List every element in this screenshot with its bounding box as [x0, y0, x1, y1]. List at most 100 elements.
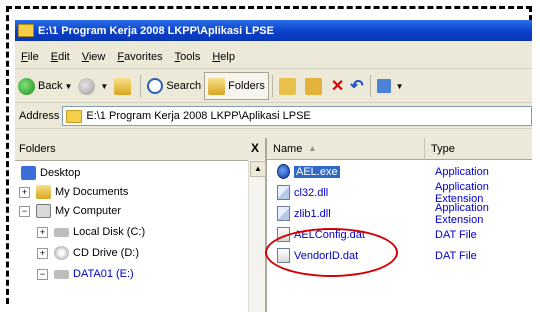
column-type-label: Type: [431, 142, 455, 155]
file-list-pane: Name ▲ Type AEL.exe Application cl32.dll…: [267, 138, 532, 312]
up-folder-icon: [114, 77, 132, 95]
back-arrow-icon: [18, 77, 35, 95]
window-title: E:\1 Program Kerja 2008 LKPP\Aplikasi LP…: [38, 24, 274, 37]
folder-icon: [36, 185, 51, 199]
menu-view[interactable]: View: [76, 51, 112, 63]
chevron-down-icon[interactable]: ▼: [100, 82, 108, 91]
search-icon: [147, 78, 164, 94]
dll-icon: [277, 206, 290, 221]
column-header-type[interactable]: Type: [425, 138, 532, 160]
delete-button[interactable]: ✕: [328, 73, 347, 99]
tree-item-desktop[interactable]: Desktop: [21, 164, 80, 182]
move-to-icon: [278, 77, 296, 95]
file-type: DAT File: [435, 249, 477, 262]
folders-label: Folders: [228, 80, 265, 92]
address-field[interactable]: E:\1 Program Kerja 2008 LKPP\Aplikasi LP…: [62, 106, 532, 126]
toolbar-separator: [140, 75, 142, 97]
drive-icon: [54, 269, 69, 279]
menu-edit[interactable]: Edit: [45, 51, 76, 63]
delete-icon: ✕: [330, 78, 345, 95]
folders-header: Folders X: [15, 138, 265, 161]
tree-label: Desktop: [40, 167, 81, 179]
sort-ascending-icon: ▲: [308, 144, 317, 153]
undo-button[interactable]: ↶: [347, 73, 366, 99]
column-name-label: Name: [273, 142, 303, 155]
menu-bar: File Edit View Favorites Tools Help: [15, 46, 532, 69]
views-icon: [376, 79, 391, 93]
chevron-down-icon[interactable]: ▼: [64, 82, 72, 91]
file-type: Application Extension: [435, 201, 489, 226]
desktop-icon: [21, 166, 36, 180]
copy-to-icon: [304, 77, 322, 95]
dll-icon: [277, 185, 290, 200]
exe-icon: [277, 164, 290, 179]
file-name-cell: cl32.dll: [277, 183, 328, 202]
forward-arrow-icon: [78, 77, 96, 95]
address-bar: Address E:\1 Program Kerja 2008 LKPP\Apl…: [15, 104, 532, 129]
up-folder-button[interactable]: [111, 73, 137, 99]
tree-item-my-documents[interactable]: + My Documents: [19, 183, 128, 201]
file-name: AEL.exe: [294, 165, 340, 178]
toolbar: Back ▼ ▼ Search Folders ✕ ↶ ▼: [15, 70, 532, 103]
folder-tree: Desktop + My Documents − My Computer + L…: [15, 160, 249, 312]
title-bar[interactable]: E:\1 Program Kerja 2008 LKPP\Aplikasi LP…: [15, 20, 532, 41]
explorer-window: E:\1 Program Kerja 2008 LKPP\Aplikasi LP…: [15, 20, 532, 312]
close-icon[interactable]: X: [251, 141, 259, 155]
folders-icon: [208, 77, 226, 95]
file-name: zlib1.dll: [294, 207, 331, 220]
search-label: Search: [166, 80, 202, 92]
highlight-circle: [265, 228, 398, 277]
tree-item-my-computer[interactable]: − My Computer: [19, 202, 121, 220]
address-label: Address: [19, 110, 60, 122]
search-button[interactable]: Search: [144, 73, 204, 99]
collapse-icon[interactable]: −: [37, 268, 48, 280]
back-button[interactable]: Back ▼: [15, 73, 75, 99]
cd-drive-icon: [54, 246, 69, 260]
folder-icon: [18, 24, 34, 37]
computer-icon: [36, 204, 51, 218]
undo-icon: ↶: [350, 78, 364, 95]
file-row[interactable]: cl32.dll Application Extension: [267, 180, 532, 205]
expand-icon[interactable]: +: [37, 247, 48, 259]
menu-favorites[interactable]: Favorites: [111, 51, 168, 63]
chevron-down-icon[interactable]: ▼: [396, 82, 404, 91]
tree-label: DATA01 (E:): [73, 268, 134, 280]
file-name-cell: zlib1.dll: [277, 204, 331, 223]
menu-help[interactable]: Help: [206, 51, 241, 63]
tree-label: CD Drive (D:): [73, 247, 139, 259]
move-to-button[interactable]: [276, 73, 302, 99]
address-value: E:\1 Program Kerja 2008 LKPP\Aplikasi LP…: [86, 110, 311, 122]
scroll-up-icon[interactable]: ▲: [250, 161, 266, 177]
menu-tools[interactable]: Tools: [169, 51, 207, 63]
file-type: Application: [435, 165, 489, 178]
back-label: Back: [38, 80, 63, 92]
expand-icon[interactable]: +: [37, 226, 48, 238]
folder-icon: [66, 109, 83, 123]
file-row[interactable]: zlib1.dll Application Extension: [267, 201, 532, 226]
file-name: cl32.dll: [294, 186, 329, 199]
tree-item-local-disk[interactable]: + Local Disk (C:): [37, 223, 145, 241]
tree-scrollbar[interactable]: ▲: [248, 160, 266, 312]
expand-icon[interactable]: +: [19, 186, 30, 198]
tree-label: Local Disk (C:): [73, 226, 146, 238]
folders-title: Folders: [19, 143, 56, 155]
folders-pane: Folders X Desktop + My Documents − My Co…: [15, 138, 267, 312]
tree-label: My Computer: [55, 205, 122, 217]
tree-label: My Documents: [55, 186, 129, 198]
file-row[interactable]: AEL.exe Application: [267, 162, 532, 181]
views-button[interactable]: ▼: [374, 73, 407, 99]
file-name-cell: AEL.exe: [277, 162, 340, 181]
file-type: Application Extension: [435, 180, 489, 205]
tree-item-cd-drive[interactable]: + CD Drive (D:): [37, 244, 139, 262]
toolbar-separator: [369, 75, 371, 97]
drive-icon: [54, 227, 69, 237]
copy-to-button[interactable]: [302, 73, 328, 99]
collapse-icon[interactable]: −: [19, 205, 30, 217]
column-header-name[interactable]: Name ▲: [267, 138, 425, 160]
folders-button[interactable]: Folders: [204, 72, 269, 100]
menu-file[interactable]: File: [15, 51, 45, 63]
toolbar-separator: [271, 75, 273, 97]
tree-item-data01[interactable]: − DATA01 (E:): [37, 265, 134, 283]
file-type: DAT File: [435, 228, 477, 241]
forward-button[interactable]: ▼: [75, 73, 111, 99]
